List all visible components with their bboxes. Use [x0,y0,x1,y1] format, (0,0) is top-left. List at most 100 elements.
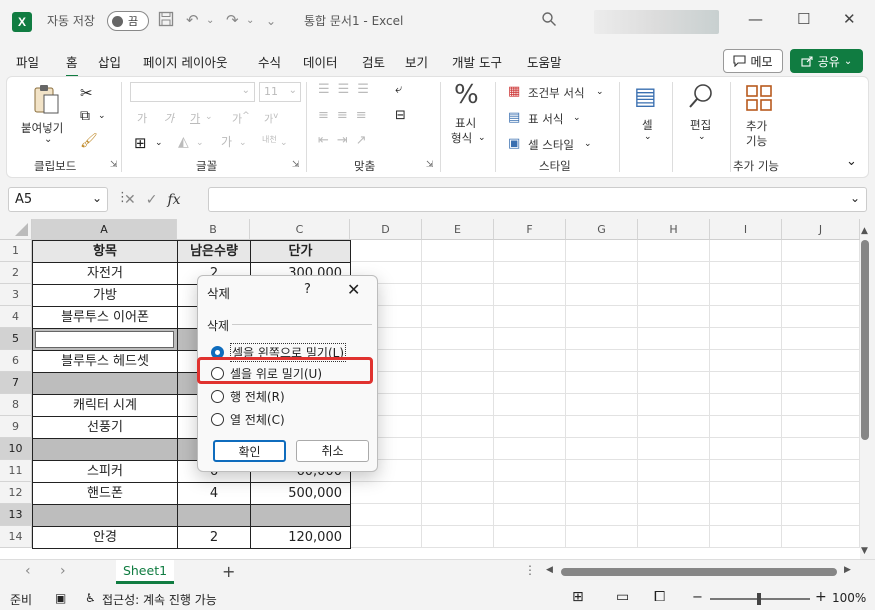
grid-cell[interactable] [782,504,860,526]
table-cell[interactable] [177,504,251,527]
tab-view[interactable]: 보기 [405,52,428,71]
grid-cell[interactable] [710,306,782,328]
alignment-launcher-icon[interactable]: ⇲ [426,160,434,170]
paste-icon[interactable] [33,84,61,119]
cancel-button[interactable]: 취소 [296,440,369,462]
scroll-down-icon[interactable]: ▼ [861,546,868,556]
grid-cell[interactable] [782,526,860,548]
grid-cell[interactable] [638,350,710,372]
grid-cell[interactable] [422,416,494,438]
column-header-col-b[interactable]: B [177,219,250,240]
grid-cell[interactable] [422,262,494,284]
grid-cell[interactable] [638,438,710,460]
grid-cell[interactable] [782,262,860,284]
row-header[interactable]: 4 [0,306,32,328]
add-sheet-icon[interactable]: + [222,562,235,581]
formula-expand-icon[interactable]: ⌄ [850,191,860,205]
font-name-combo[interactable]: ⌄ [130,82,255,102]
quick-access-customize-icon[interactable]: ⌄ [266,14,276,28]
grid-cell[interactable] [566,482,638,504]
grid-cell[interactable] [638,482,710,504]
grid-cell[interactable] [710,350,782,372]
phonetic-button[interactable]: 내천 [262,134,277,145]
grid-cell[interactable] [782,328,860,350]
column-header-col-c[interactable]: C [250,219,350,240]
grid-cell[interactable] [422,240,494,262]
font-size-dropdown-icon[interactable]: ⌄ [289,85,297,96]
underline-button[interactable]: 가 [190,110,200,126]
grid-cell[interactable] [638,372,710,394]
table-cell[interactable]: 캐릭터 시계 [32,394,178,417]
grid-cell[interactable] [710,460,782,482]
border-icon[interactable]: ⊞ [134,134,147,152]
table-cell[interactable]: 선풍기 [32,416,178,439]
conditional-format-dropdown-icon[interactable]: ⌄ [596,87,604,97]
conditional-format-icon[interactable]: ▦ [508,84,520,99]
memo-button[interactable]: 메모 [723,49,783,73]
grid-cell[interactable] [710,328,782,350]
phonetic-dropdown-icon[interactable]: ⌄ [280,138,288,148]
row-header[interactable]: 10 [0,438,32,460]
number-format-label-2[interactable]: 형식 [451,130,472,146]
grid-cell[interactable] [494,328,566,350]
accessibility-status[interactable]: 접근성: 계속 진행 가능 [102,591,217,608]
search-icon[interactable] [541,11,557,31]
table-cell[interactable] [32,372,178,395]
scroll-up-icon[interactable]: ▲ [861,226,868,236]
grid-cell[interactable] [494,394,566,416]
increase-font-icon[interactable]: 가^ [232,110,250,127]
grid-cell[interactable] [638,394,710,416]
maximize-icon[interactable]: ☐ [797,10,810,28]
table-cell[interactable]: 블루투스 이어폰 [32,306,178,329]
format-painter-icon[interactable]: 🖌 [80,133,98,149]
grid-cell[interactable] [782,284,860,306]
table-cell[interactable]: 4 [177,482,251,505]
grid-cell[interactable] [566,284,638,306]
column-header-col-f[interactable]: F [494,219,566,240]
insert-function-icon[interactable]: fx [167,192,180,208]
grid-cell[interactable] [710,504,782,526]
grid-cell[interactable] [638,240,710,262]
grid-cell[interactable] [710,284,782,306]
grid-cell[interactable] [710,394,782,416]
bold-button[interactable]: 가 [137,110,147,126]
grid-cell[interactable] [782,306,860,328]
border-dropdown-icon[interactable]: ⌄ [155,138,163,148]
grid-cell[interactable] [638,504,710,526]
grid-cell[interactable] [350,504,422,526]
radio-entire-row[interactable] [211,390,224,403]
zoom-in-icon[interactable]: + [815,589,827,605]
number-format-dropdown-icon[interactable]: ⌄ [478,133,486,143]
grid-cell[interactable] [782,438,860,460]
fill-color-dropdown-icon[interactable]: ⌄ [196,138,204,148]
grid-cell[interactable] [566,394,638,416]
zoom-level[interactable]: 100% [832,591,866,605]
grid-cell[interactable] [782,240,860,262]
undo-icon[interactable]: ↶ [186,11,199,29]
addins-label-1[interactable]: 추가 [746,118,767,134]
column-header-col-g[interactable]: G [566,219,638,240]
save-icon[interactable] [158,11,174,31]
tab-page-layout[interactable]: 페이지 레이아웃 [143,52,227,71]
cell-style-dropdown-icon[interactable]: ⌄ [584,139,592,149]
horizontal-scroll-thumb[interactable] [561,568,837,576]
vertical-align-icons[interactable]: ☰☰☰ [318,82,377,97]
table-header-cell[interactable]: 항목 [32,240,178,263]
table-cell[interactable]: 120,000 [250,526,351,549]
table-format-icon[interactable]: ▤ [508,110,520,125]
tab-split-icon[interactable]: ⋮ [524,563,536,577]
grid-cell[interactable] [422,526,494,548]
table-format-dropdown-icon[interactable]: ⌄ [573,113,581,123]
grid-cell[interactable] [494,284,566,306]
grid-cell[interactable] [566,438,638,460]
undo-dropdown-icon[interactable]: ⌄ [206,15,214,26]
horizontal-align-icons[interactable]: ≡≡≡ [318,108,375,123]
grid-cell[interactable] [638,460,710,482]
conditional-format-label[interactable]: 조건부 서식 [528,85,585,101]
prev-sheet-icon[interactable]: ‹ [25,563,31,579]
decrease-font-icon[interactable]: 가v [264,110,278,125]
cell-style-icon[interactable]: ▣ [508,136,520,151]
tab-file[interactable]: 파일 [16,52,39,71]
accessibility-icon[interactable]: ♿ [85,591,96,605]
grid-cell[interactable] [710,372,782,394]
